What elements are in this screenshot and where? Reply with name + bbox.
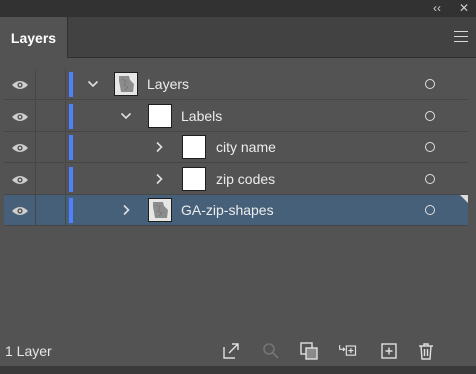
target-circle-icon[interactable] xyxy=(425,142,435,152)
layer-name[interactable]: city name xyxy=(216,139,276,155)
chevron-right-icon[interactable] xyxy=(120,203,132,217)
panel-bottom-edge xyxy=(0,366,476,374)
target-circle-icon[interactable] xyxy=(425,174,435,184)
panel-top-bar: ‹‹ ✕ xyxy=(0,0,476,17)
layer-color-swatch xyxy=(69,104,73,129)
layer-color-swatch xyxy=(69,72,73,97)
layer-name[interactable]: GA-zip-shapes xyxy=(181,202,274,218)
hamburger-menu-icon[interactable] xyxy=(454,31,468,43)
search-icon[interactable] xyxy=(261,341,281,361)
lock-toggle[interactable] xyxy=(36,164,66,195)
layer-list: Layers Labels city name zip codes GA-zip-sha… xyxy=(4,69,468,333)
visibility-eye-icon[interactable] xyxy=(4,101,36,132)
new-sublayer-icon[interactable] xyxy=(338,341,358,361)
chevron-right-icon[interactable] xyxy=(153,140,165,154)
visibility-eye-icon[interactable] xyxy=(4,164,36,195)
lock-toggle[interactable] xyxy=(36,69,66,100)
layer-name[interactable]: Labels xyxy=(181,108,222,124)
panel-tab-row: Layers xyxy=(0,17,476,58)
layer-thumbnail xyxy=(182,135,206,159)
collapse-panel-button[interactable]: ‹‹ xyxy=(433,1,441,15)
layer-row[interactable]: Labels xyxy=(4,101,468,132)
layer-thumbnail xyxy=(182,167,206,191)
layer-count: 1 Layer xyxy=(5,343,52,359)
panel-footer: 1 Layer xyxy=(0,334,476,366)
tab-layers[interactable]: Layers xyxy=(0,17,68,58)
new-layer-icon[interactable] xyxy=(379,341,399,361)
target-circle-icon[interactable] xyxy=(425,79,435,89)
layer-row[interactable]: city name xyxy=(4,132,468,163)
layer-row[interactable]: Layers xyxy=(4,69,468,100)
layer-thumbnail xyxy=(148,104,172,128)
layer-name[interactable]: Layers xyxy=(147,76,189,92)
visibility-eye-icon[interactable] xyxy=(4,132,36,163)
layer-row[interactable]: zip codes xyxy=(4,164,468,195)
layer-color-swatch xyxy=(69,167,73,192)
layer-thumbnail xyxy=(148,198,172,222)
export-icon[interactable] xyxy=(221,341,241,361)
clipping-mask-icon[interactable] xyxy=(299,341,319,361)
layer-color-swatch xyxy=(69,135,73,160)
layer-row[interactable]: GA-zip-shapes xyxy=(4,195,468,226)
selection-indicator-icon[interactable] xyxy=(460,195,468,203)
layer-thumbnail xyxy=(114,72,138,96)
chevron-down-icon[interactable] xyxy=(120,109,132,123)
lock-toggle[interactable] xyxy=(36,101,66,132)
chevron-right-icon[interactable] xyxy=(153,172,165,186)
visibility-eye-icon[interactable] xyxy=(4,195,36,226)
close-panel-button[interactable]: ✕ xyxy=(459,1,469,15)
delete-icon[interactable] xyxy=(416,341,436,361)
visibility-eye-icon[interactable] xyxy=(4,69,36,100)
chevron-down-icon[interactable] xyxy=(87,77,99,91)
lock-toggle[interactable] xyxy=(36,132,66,163)
layer-name[interactable]: zip codes xyxy=(216,171,275,187)
target-circle-icon[interactable] xyxy=(425,205,435,215)
lock-toggle[interactable] xyxy=(36,195,66,226)
layer-color-swatch xyxy=(69,198,73,223)
target-circle-icon[interactable] xyxy=(425,111,435,121)
